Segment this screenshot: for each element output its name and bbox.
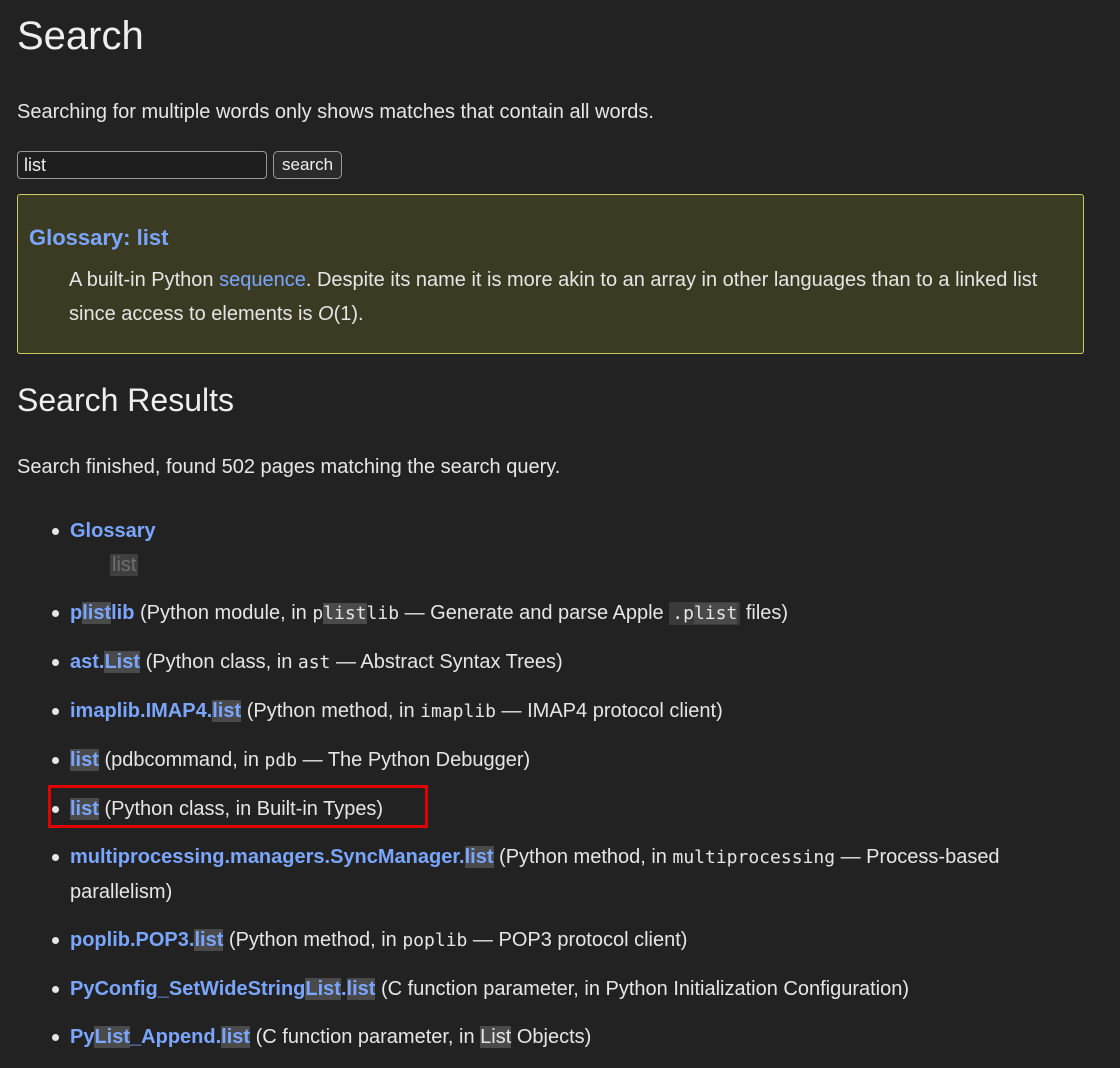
list-item: poplib.POP3.list (Python method, in popl… bbox=[52, 923, 1070, 958]
result-context: list bbox=[110, 548, 1070, 582]
link-part: PyConfig_SetWideString bbox=[70, 978, 306, 1000]
result-desc: (C function parameter, in Python Initial… bbox=[375, 978, 910, 1000]
code-part: p bbox=[312, 603, 324, 624]
result-desc: — IMAP4 protocol client) bbox=[496, 700, 723, 722]
search-input[interactable] bbox=[17, 151, 267, 179]
result-desc: (Python module, in bbox=[134, 602, 313, 624]
result-desc: — Abstract Syntax Trees) bbox=[330, 651, 563, 673]
result-desc: — The Python Debugger) bbox=[297, 749, 531, 771]
match-highlight: list bbox=[693, 603, 738, 624]
glossary-title-link[interactable]: Glossary: list bbox=[29, 225, 168, 251]
search-button[interactable]: search bbox=[273, 151, 343, 179]
match-highlight: list bbox=[221, 1026, 251, 1048]
result-desc: (C function parameter, in bbox=[250, 1026, 481, 1048]
match-highlight: list bbox=[70, 749, 99, 771]
result-desc: (Python class, in bbox=[140, 651, 298, 673]
link-part: _Append. bbox=[130, 1026, 222, 1048]
search-form: search bbox=[17, 151, 343, 179]
result-desc: — POP3 protocol client) bbox=[467, 929, 688, 951]
match-highlight: list bbox=[82, 602, 112, 624]
match-highlight: List bbox=[94, 1026, 131, 1048]
code-module: poplib bbox=[402, 930, 468, 951]
glossary-text-part: (1). bbox=[333, 303, 364, 325]
code-part: .p bbox=[672, 603, 694, 624]
code-module: ast bbox=[297, 652, 331, 673]
code-plistlib: plistlib bbox=[312, 603, 399, 624]
result-link-imaplib-list[interactable]: imaplib.IMAP4.list bbox=[70, 700, 242, 722]
code-module: imaplib bbox=[420, 701, 496, 722]
list-item: PyConfig_SetWideStringList.list (C funct… bbox=[52, 972, 1070, 1006]
result-desc: (Python method, in bbox=[493, 846, 673, 868]
link-part: lib bbox=[111, 602, 135, 624]
list-item: imaplib.IMAP4.list (Python method, in im… bbox=[52, 694, 1070, 729]
match-highlight: List bbox=[480, 1026, 512, 1048]
code-part: lib bbox=[366, 603, 400, 624]
code-module: pdb bbox=[264, 750, 298, 771]
link-part: ast. bbox=[70, 651, 105, 673]
list-item: multiprocessing.managers.SyncManager.lis… bbox=[52, 840, 1070, 909]
result-link-pdb-list[interactable]: list bbox=[70, 749, 99, 771]
match-highlight: list bbox=[194, 929, 224, 951]
result-desc: (Python method, in bbox=[241, 700, 421, 722]
result-link-syncmanager-list[interactable]: multiprocessing.managers.SyncManager.lis… bbox=[70, 846, 494, 868]
match-highlight: list bbox=[346, 978, 376, 1000]
list-item: list (pdbcommand, in pdb — The Python De… bbox=[52, 743, 1070, 778]
result-link-pyconfig-list[interactable]: PyConfig_SetWideStringList.list bbox=[70, 978, 376, 1000]
page-title: Search bbox=[17, 14, 144, 58]
list-item: Glossary list bbox=[52, 514, 1070, 582]
result-desc: (pdbcommand, in bbox=[98, 749, 265, 771]
search-status: Search finished, found 502 pages matchin… bbox=[17, 456, 561, 478]
glossary-text-part: A built-in Python bbox=[69, 269, 220, 291]
code-module: multiprocessing bbox=[672, 847, 836, 868]
link-part: . bbox=[340, 978, 347, 1000]
match-highlight: List bbox=[104, 651, 141, 673]
result-desc: files) bbox=[740, 602, 789, 624]
glossary-definition: A built-in Python sequence. Despite its … bbox=[69, 263, 1069, 331]
search-hint: Searching for multiple words only shows … bbox=[17, 101, 654, 123]
link-part: multiprocessing.managers.SyncManager. bbox=[70, 846, 465, 868]
big-o-symbol: O bbox=[318, 303, 334, 325]
results-heading: Search Results bbox=[17, 382, 234, 418]
result-link-plistlib[interactable]: plistlib bbox=[70, 602, 134, 624]
link-part: Py bbox=[70, 1026, 95, 1048]
match-highlight: list bbox=[464, 846, 494, 868]
list-item: plistlib (Python module, in plistlib — G… bbox=[52, 596, 1070, 631]
annotation-highlight-box bbox=[48, 785, 428, 828]
result-desc: Objects) bbox=[511, 1026, 592, 1048]
result-desc: (Python method, in bbox=[223, 929, 403, 951]
context-highlight: list bbox=[110, 554, 139, 576]
result-link-ast-list[interactable]: ast.List bbox=[70, 651, 141, 673]
link-part: p bbox=[70, 602, 83, 624]
link-part: poplib.POP3. bbox=[70, 929, 195, 951]
list-item: PyList_Append.list (C function parameter… bbox=[52, 1020, 1070, 1054]
match-highlight: List bbox=[305, 978, 341, 1000]
result-link-pylist-append-list[interactable]: PyList_Append.list bbox=[70, 1026, 251, 1048]
result-desc: — Generate and parse Apple bbox=[399, 602, 670, 624]
code-dot-plist: .plist bbox=[669, 602, 741, 625]
sequence-link[interactable]: sequence bbox=[219, 269, 306, 291]
match-highlight: list bbox=[212, 700, 242, 722]
glossary-box: Glossary: list A built-in Python sequenc… bbox=[17, 194, 1084, 354]
result-link-poplib-list[interactable]: poplib.POP3.list bbox=[70, 929, 224, 951]
list-item: ast.List (Python class, in ast — Abstrac… bbox=[52, 645, 1070, 680]
link-part: imaplib.IMAP4. bbox=[70, 700, 213, 722]
result-link-glossary[interactable]: Glossary bbox=[70, 520, 156, 542]
match-highlight: list bbox=[323, 603, 367, 624]
